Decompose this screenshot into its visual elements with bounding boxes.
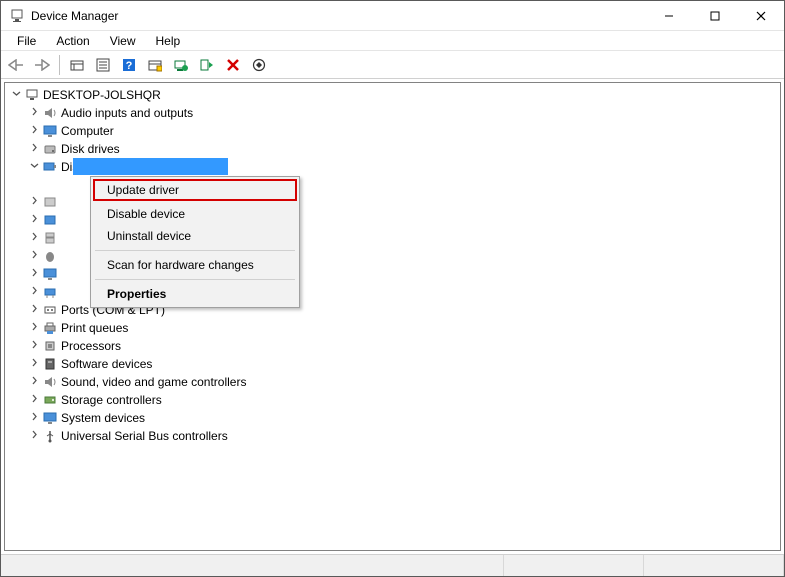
- monitor-icon: [42, 123, 58, 139]
- status-mid: [504, 555, 644, 576]
- tree-item-printqueues[interactable]: Print queues: [9, 319, 780, 337]
- window-title: Device Manager: [31, 9, 646, 23]
- close-button[interactable]: [738, 1, 784, 30]
- tree-item-label: Software devices: [61, 357, 152, 371]
- selected-device[interactable]: [73, 158, 228, 175]
- show-hide-console-button[interactable]: [66, 54, 88, 76]
- menu-action[interactable]: Action: [46, 32, 99, 50]
- tree-item-label: Universal Serial Bus controllers: [61, 429, 228, 443]
- scan-hardware-button[interactable]: [248, 54, 270, 76]
- collapse-icon[interactable]: [27, 161, 41, 173]
- tree-item-label: Storage controllers: [61, 393, 162, 407]
- tree-item-disks[interactable]: Disk drives: [9, 140, 780, 158]
- expand-icon[interactable]: [27, 430, 41, 442]
- collapse-icon[interactable]: [9, 89, 23, 101]
- expand-icon[interactable]: [27, 268, 41, 280]
- svg-text:?: ?: [126, 60, 133, 72]
- audio-icon: [42, 374, 58, 390]
- software-icon: [42, 356, 58, 372]
- expand-icon[interactable]: [27, 322, 41, 334]
- ctx-separator: [95, 250, 295, 251]
- menu-file[interactable]: File: [7, 32, 46, 50]
- properties-button[interactable]: [92, 54, 114, 76]
- menu-bar: File Action View Help: [1, 31, 784, 51]
- title-bar: Device Manager: [1, 1, 784, 31]
- tree-item-label: Sound, video and game controllers: [61, 375, 246, 389]
- ctx-properties[interactable]: Properties: [93, 283, 297, 305]
- menu-view[interactable]: View: [100, 32, 146, 50]
- expand-icon[interactable]: [27, 394, 41, 406]
- tree-item-computer[interactable]: Computer: [9, 122, 780, 140]
- disk-icon: [42, 141, 58, 157]
- computer-icon: [24, 87, 40, 103]
- tree-item-label: Computer: [61, 124, 114, 138]
- status-right: [644, 555, 784, 576]
- device-icon: [42, 230, 58, 246]
- help-button[interactable]: ?: [118, 54, 140, 76]
- audio-icon: [42, 105, 58, 121]
- tree-item-storage[interactable]: Storage controllers: [9, 391, 780, 409]
- ctx-uninstall-device[interactable]: Uninstall device: [93, 225, 297, 247]
- ctx-update-driver[interactable]: Update driver: [93, 179, 297, 201]
- device-icon: [42, 212, 58, 228]
- expand-icon[interactable]: [27, 412, 41, 424]
- maximize-button[interactable]: [692, 1, 738, 30]
- window-controls: [646, 1, 784, 30]
- tree-root[interactable]: DESKTOP-JOLSHQR: [9, 86, 780, 104]
- expand-icon[interactable]: [27, 376, 41, 388]
- printer-icon: [42, 320, 58, 336]
- tree-item-label: Disk drives: [61, 142, 120, 156]
- tree-item-label: Audio inputs and outputs: [61, 106, 193, 120]
- forward-button[interactable]: [31, 54, 53, 76]
- expand-icon[interactable]: [27, 250, 41, 262]
- expand-icon[interactable]: [27, 107, 41, 119]
- uninstall-device-button[interactable]: [222, 54, 244, 76]
- context-menu: Update driver Disable device Uninstall d…: [90, 176, 300, 308]
- mouse-icon: [42, 248, 58, 264]
- minimize-button[interactable]: [646, 1, 692, 30]
- usb-icon: [42, 428, 58, 444]
- root-label: DESKTOP-JOLSHQR: [43, 88, 161, 102]
- toolbar: ?: [1, 51, 784, 79]
- expand-icon[interactable]: [27, 340, 41, 352]
- expand-icon[interactable]: [27, 304, 41, 316]
- system-icon: [42, 410, 58, 426]
- expand-icon[interactable]: [27, 196, 41, 208]
- network-icon: [42, 284, 58, 300]
- menu-help[interactable]: Help: [146, 32, 191, 50]
- expand-icon[interactable]: [27, 232, 41, 244]
- enable-device-button[interactable]: [196, 54, 218, 76]
- back-button[interactable]: [5, 54, 27, 76]
- port-icon: [42, 302, 58, 318]
- device-tree-panel: DESKTOP-JOLSHQR Audio inputs and outputs…: [4, 82, 781, 551]
- tree-item-label: System devices: [61, 411, 145, 425]
- ctx-separator: [95, 279, 295, 280]
- tree-item-processors[interactable]: Processors: [9, 337, 780, 355]
- update-driver-button[interactable]: [170, 54, 192, 76]
- ctx-disable-device[interactable]: Disable device: [93, 203, 297, 225]
- status-left: [1, 555, 504, 576]
- toolbar-separator: [59, 55, 60, 75]
- expand-icon[interactable]: [27, 214, 41, 226]
- status-bar: [1, 554, 784, 576]
- expand-icon[interactable]: [27, 125, 41, 137]
- device-icon: [42, 194, 58, 210]
- tree-item-sound[interactable]: Sound, video and game controllers: [9, 373, 780, 391]
- tree-item-system[interactable]: System devices: [9, 409, 780, 427]
- app-icon: [9, 8, 25, 24]
- display-adapter-icon: [42, 159, 58, 175]
- expand-icon[interactable]: [27, 358, 41, 370]
- tree-item-usb[interactable]: Universal Serial Bus controllers: [9, 427, 780, 445]
- tree-item-label: Processors: [61, 339, 121, 353]
- cpu-icon: [42, 338, 58, 354]
- storage-icon: [42, 392, 58, 408]
- ctx-scan-hardware[interactable]: Scan for hardware changes: [93, 254, 297, 276]
- expand-icon[interactable]: [27, 143, 41, 155]
- expand-icon[interactable]: [27, 286, 41, 298]
- tree-item-software[interactable]: Software devices: [9, 355, 780, 373]
- tree-item-audio[interactable]: Audio inputs and outputs: [9, 104, 780, 122]
- action-list-button[interactable]: [144, 54, 166, 76]
- monitor-icon: [42, 266, 58, 282]
- tree-item-label: Print queues: [61, 321, 128, 335]
